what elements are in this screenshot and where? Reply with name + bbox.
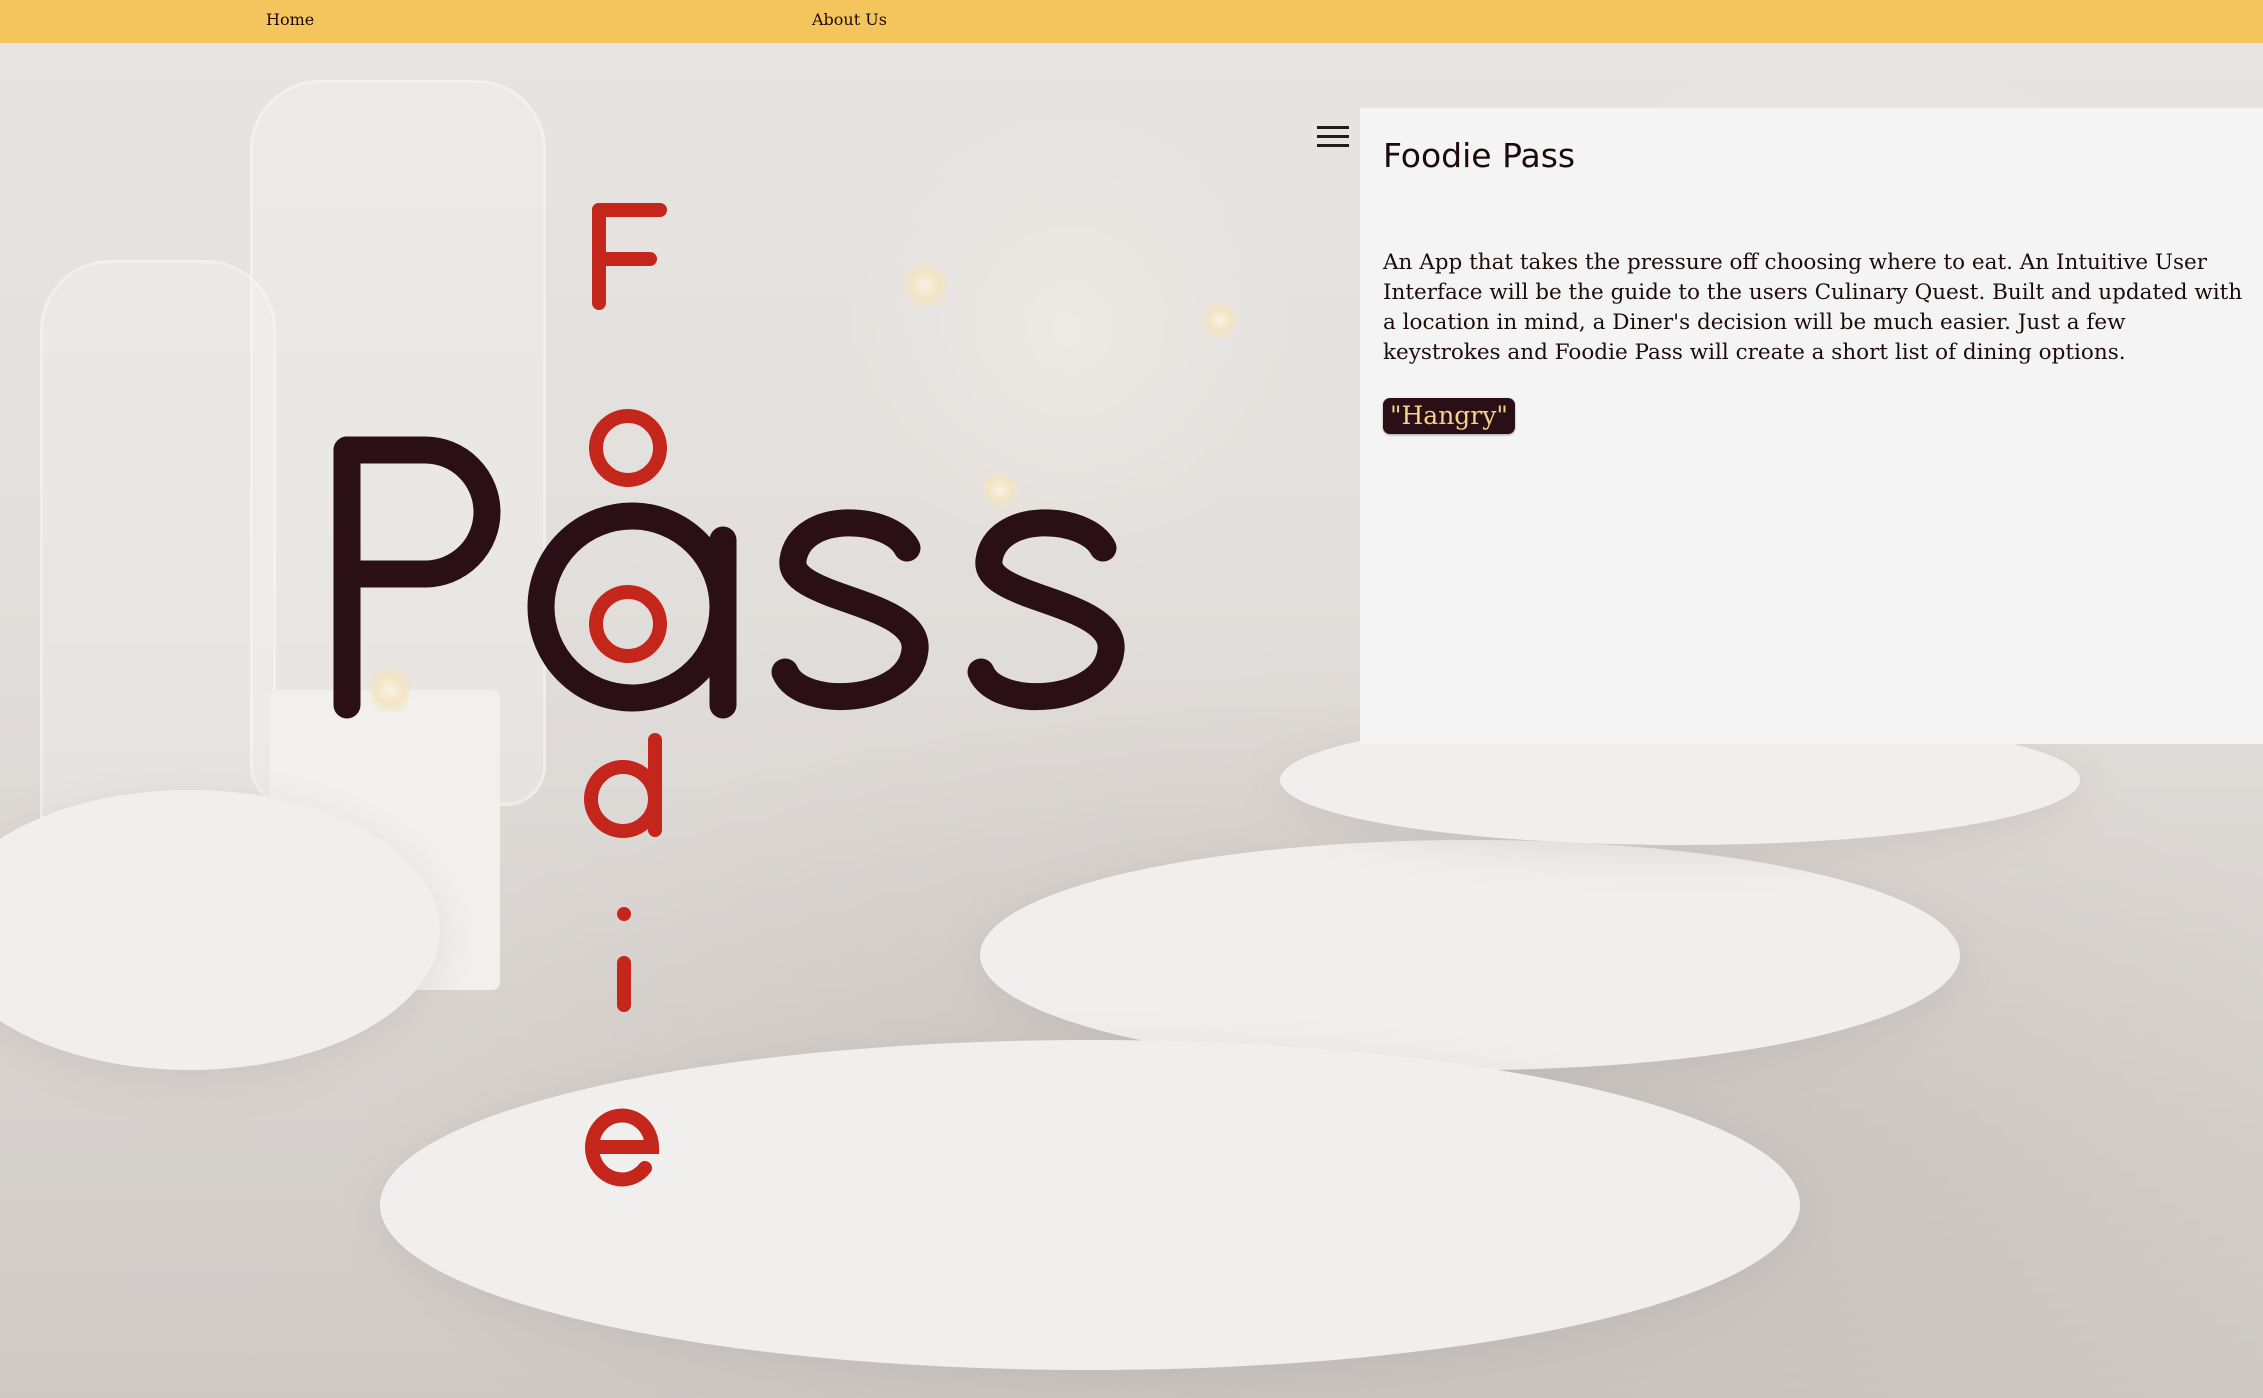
- panel-description: An App that takes the pressure off choos…: [1383, 250, 2243, 365]
- top-navbar: Home About Us: [0, 0, 2263, 43]
- info-panel: Foodie Pass An App that takes the pressu…: [1360, 108, 2263, 744]
- nav-about-us-link[interactable]: About Us: [812, 10, 887, 29]
- hangry-button[interactable]: "Hangry": [1383, 398, 1515, 434]
- hamburger-menu-icon[interactable]: [1317, 124, 1351, 150]
- panel-title: Foodie Pass: [1383, 136, 1576, 175]
- nav-home-link[interactable]: Home: [266, 10, 314, 29]
- foodie-pass-logo: [333, 203, 1125, 1187]
- logo-pass-word: [333, 436, 1125, 719]
